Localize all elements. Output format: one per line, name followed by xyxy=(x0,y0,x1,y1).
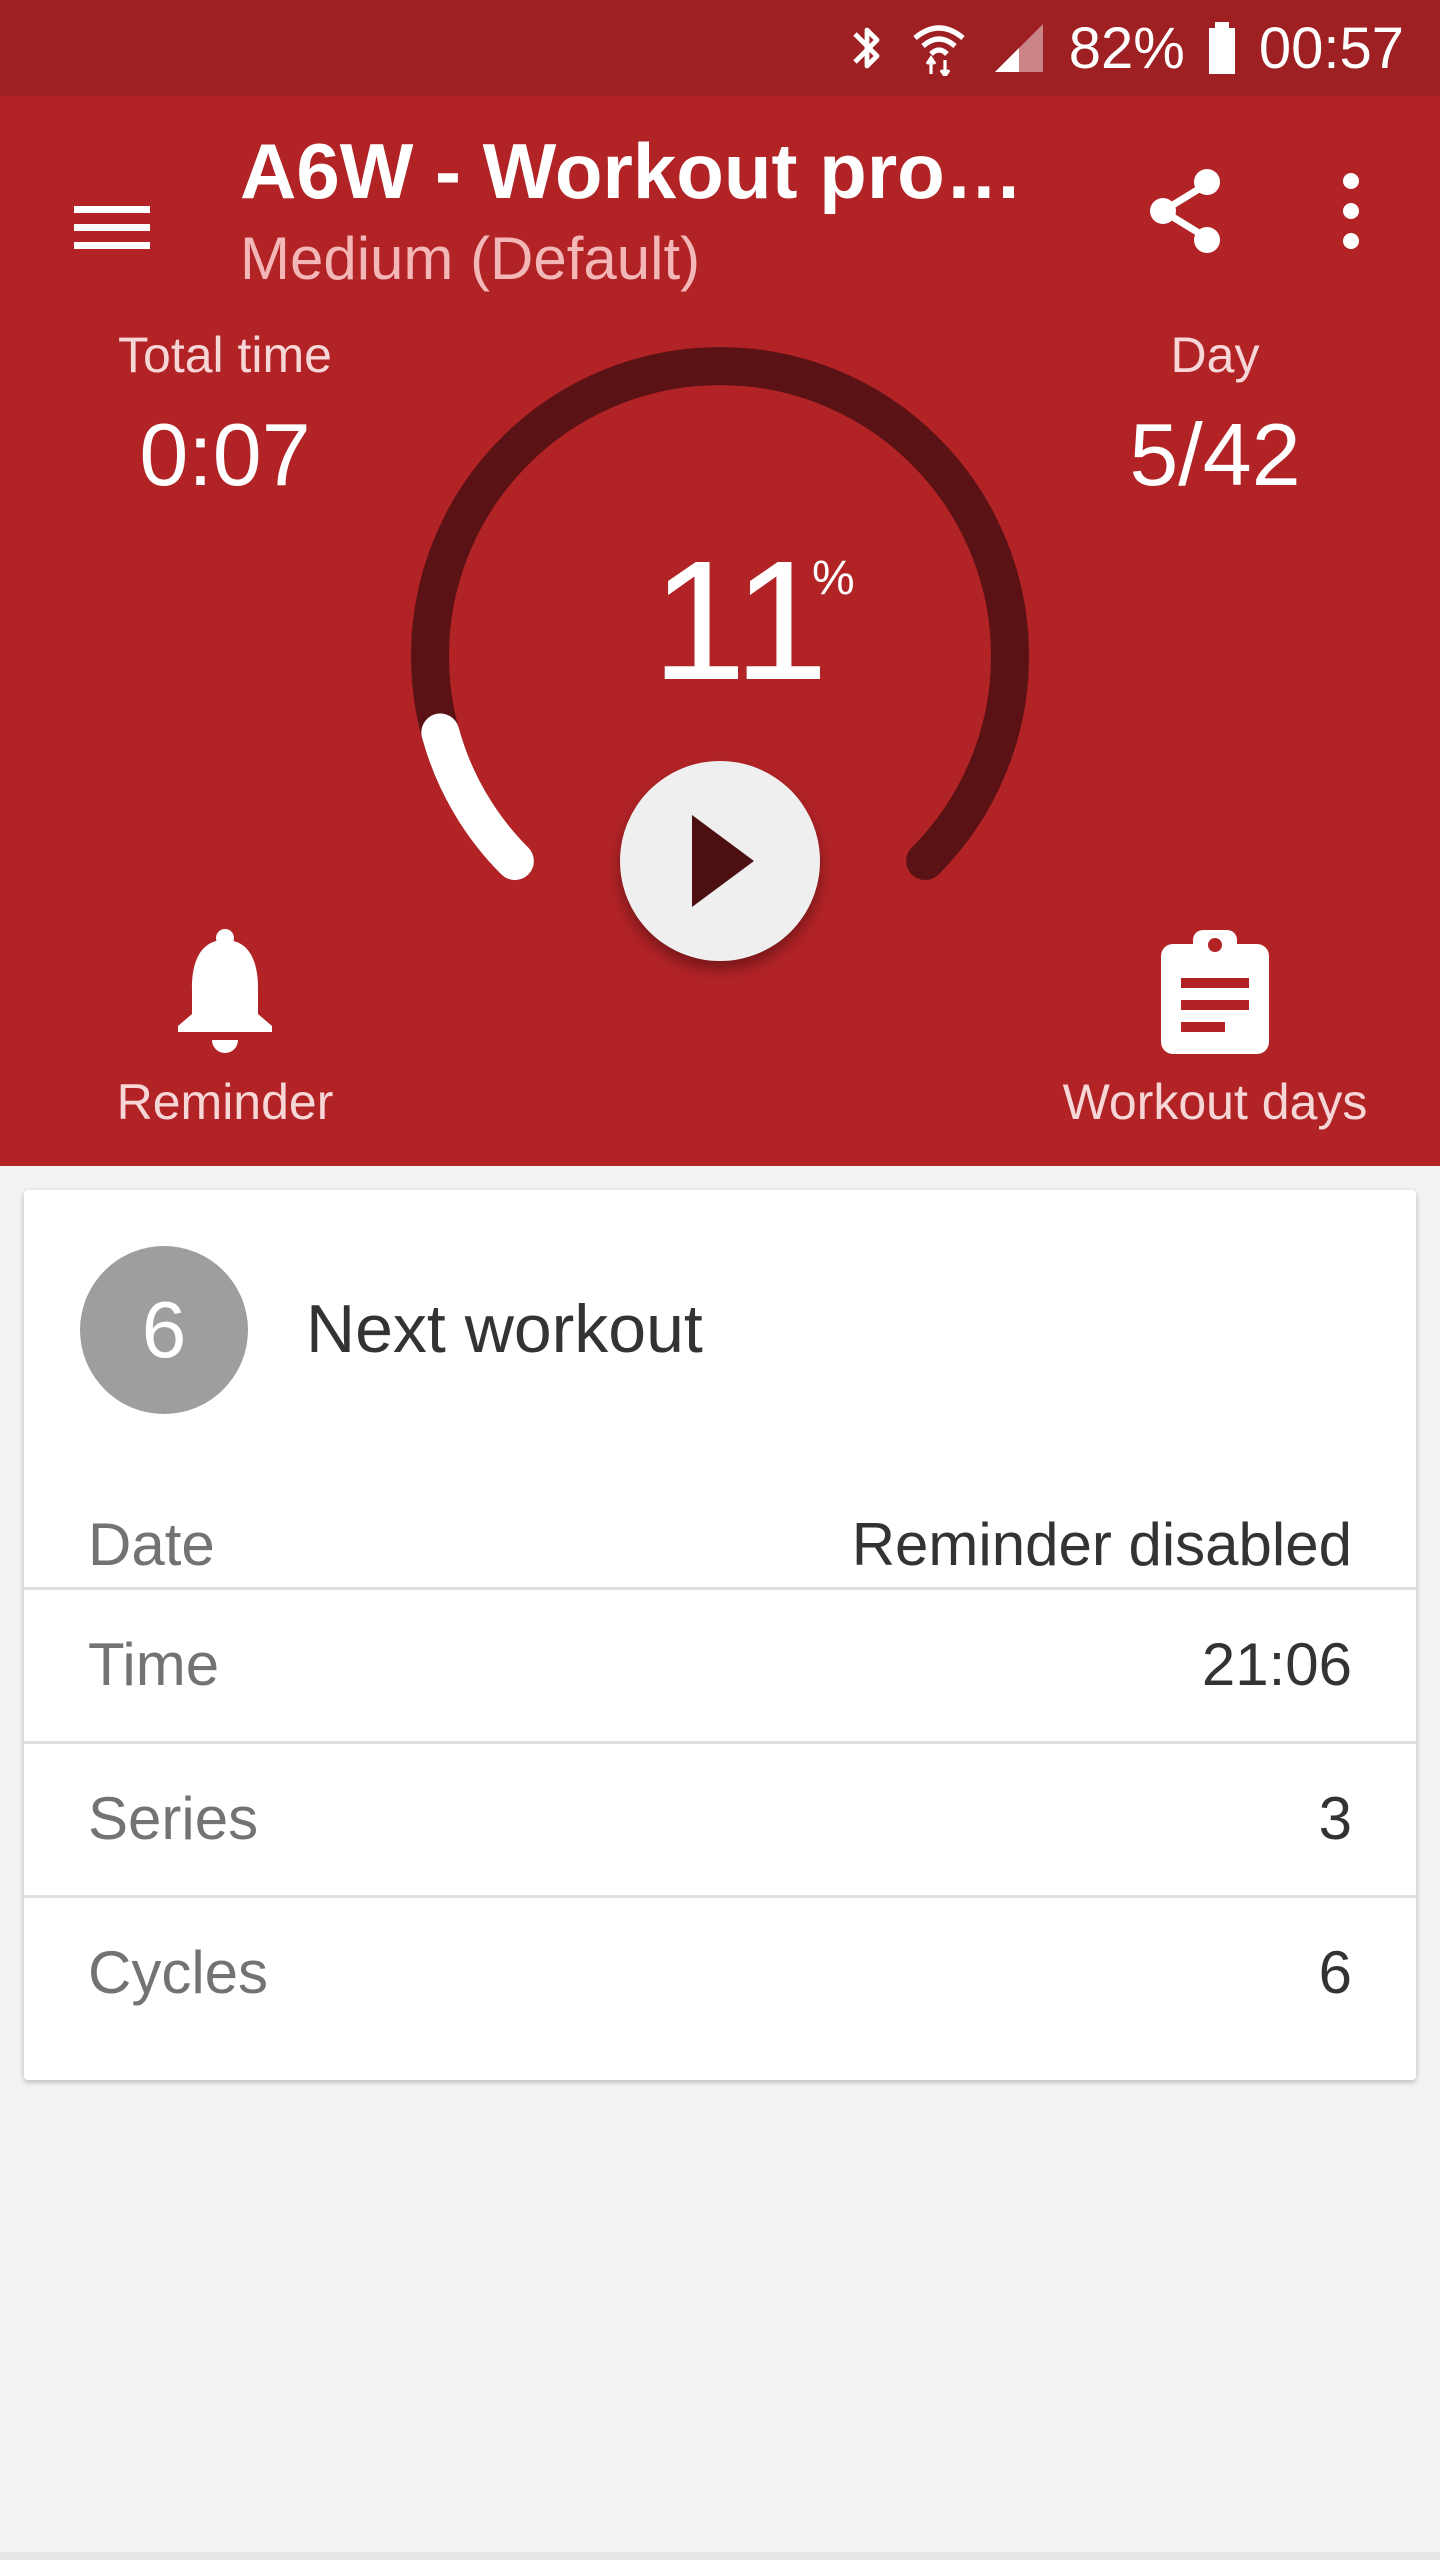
row-value: 21:06 xyxy=(1201,1631,1352,1698)
day-value: 5/42 xyxy=(1129,405,1301,504)
row-label: Date xyxy=(88,1511,215,1578)
progress-percent-sign: % xyxy=(812,552,855,605)
row-value: 3 xyxy=(1318,1785,1352,1852)
battery-icon xyxy=(1207,20,1237,76)
day-label: Day xyxy=(1170,327,1260,383)
row-time: Time 21:06 xyxy=(24,1587,1416,1742)
page-title: A6W - Workout progr... xyxy=(240,127,1060,215)
next-workout-title: Next workout xyxy=(306,1291,703,1367)
next-day-badge: 6 xyxy=(80,1246,248,1414)
wifi-icon xyxy=(909,20,969,76)
more-options-button[interactable] xyxy=(1296,156,1406,266)
menu-icon xyxy=(74,206,150,249)
start-workout-button[interactable] xyxy=(620,761,820,961)
row-label: Series xyxy=(88,1785,259,1852)
bluetooth-icon xyxy=(847,20,887,76)
clipboard-icon xyxy=(1161,930,1269,1054)
total-time-label: Total time xyxy=(118,327,332,383)
row-value: Reminder disabled xyxy=(851,1511,1352,1578)
row-label: Time xyxy=(88,1631,220,1698)
total-time-value: 0:07 xyxy=(139,405,311,504)
share-button[interactable] xyxy=(1130,156,1240,266)
next-workout-card[interactable]: 6 Next workout Date Reminder disabled Ti… xyxy=(24,1190,1416,2080)
play-icon xyxy=(692,815,754,907)
menu-button[interactable] xyxy=(60,176,164,280)
next-workout-header: 6 Next workout xyxy=(24,1190,1416,1480)
row-value: 6 xyxy=(1318,1939,1352,2006)
workout-days-label: Workout days xyxy=(1062,1074,1368,1130)
app-header: A6W - Workout progr... Medium (Default) … xyxy=(0,96,1440,1166)
reminder-button[interactable]: Reminder xyxy=(80,926,370,1131)
more-vert-icon xyxy=(1343,173,1359,249)
reminder-label: Reminder xyxy=(116,1074,334,1130)
row-label: Cycles xyxy=(88,1939,269,2006)
total-time-stat: Total time 0:07 xyxy=(60,326,390,506)
battery-percent: 82% xyxy=(1068,15,1185,81)
progress-fill xyxy=(421,713,534,881)
signal-icon xyxy=(991,20,1047,76)
clock: 00:57 xyxy=(1258,15,1404,81)
status-bar: 82% 00:57 xyxy=(0,0,1440,96)
program-level[interactable]: Medium (Default) xyxy=(240,224,700,293)
row-series: Series 3 xyxy=(24,1741,1416,1896)
nav-divider xyxy=(0,2552,1440,2560)
day-stat: Day 5/42 xyxy=(1050,326,1380,506)
bell-icon xyxy=(178,929,272,1053)
row-cycles: Cycles 6 xyxy=(24,1895,1416,2050)
share-icon xyxy=(1150,169,1220,253)
workout-days-button[interactable]: Workout days xyxy=(1040,926,1390,1131)
